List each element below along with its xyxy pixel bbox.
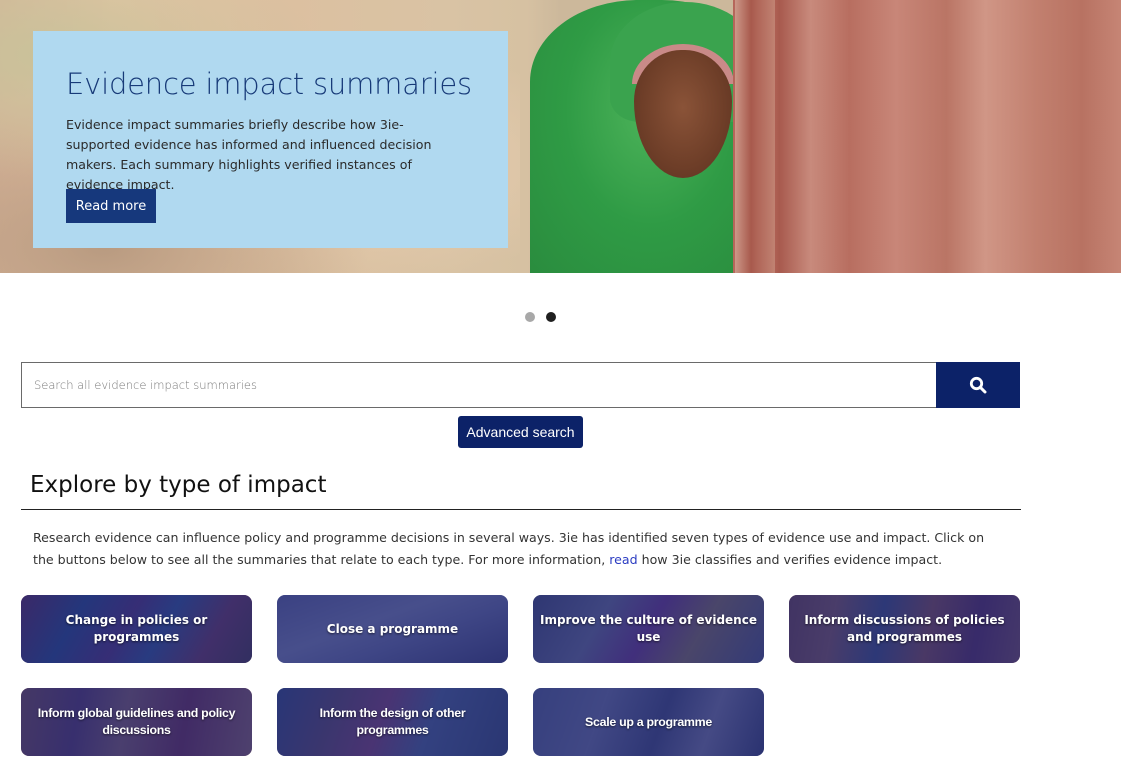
tile-label: Change in policies or programmes [65,613,208,644]
tile-label: Inform discussions of policies and progr… [804,613,1005,644]
carousel-dot-2-active[interactable] [546,312,556,322]
search-form [21,362,1020,408]
tile-label: Inform global guidelines and policy disc… [37,706,236,737]
tile-improve-culture[interactable]: Improve the culture of evidence use [533,595,764,663]
hero-image-wall [733,0,1121,273]
tile-label: Close a programme [326,621,459,636]
section-title: Explore by type of impact [30,472,327,498]
section-description: Research evidence can influence policy a… [33,527,1008,570]
tile-label: Improve the culture of evidence use [540,613,757,644]
description-text-2: how 3ie classifies and verifies evidence… [637,551,943,567]
carousel-dot-1[interactable] [525,312,535,322]
advanced-search-button[interactable]: Advanced search [458,416,583,448]
tile-inform-global-guidelines[interactable]: Inform global guidelines and policy disc… [21,688,252,756]
carousel-dots [525,312,556,322]
search-icon [969,376,987,394]
hero-title: Evidence impact summaries [66,67,472,101]
tile-change-in-policies[interactable]: Change in policies or programmes [21,595,252,663]
tile-scale-up[interactable]: Scale up a programme [533,688,764,756]
read-more-button[interactable]: Read more [66,189,156,223]
tile-inform-design[interactable]: Inform the design of other programmes [277,688,508,756]
search-button[interactable] [936,362,1020,408]
hero-description: Evidence impact summaries briefly descri… [66,117,432,192]
tile-close-programme[interactable]: Close a programme [277,595,508,663]
search-input[interactable] [21,362,936,408]
hero-card: Evidence impact summaries Evidence impac… [33,31,508,248]
hero-image-wall-edge [735,0,775,273]
tile-label: Inform the design of other programmes [319,706,466,737]
hero-banner: Evidence impact summaries Evidence impac… [0,0,1121,273]
section-divider [21,509,1021,510]
tile-inform-discussions[interactable]: Inform discussions of policies and progr… [789,595,1020,663]
read-link[interactable]: read [609,552,637,567]
tile-label: Scale up a programme [585,714,712,729]
